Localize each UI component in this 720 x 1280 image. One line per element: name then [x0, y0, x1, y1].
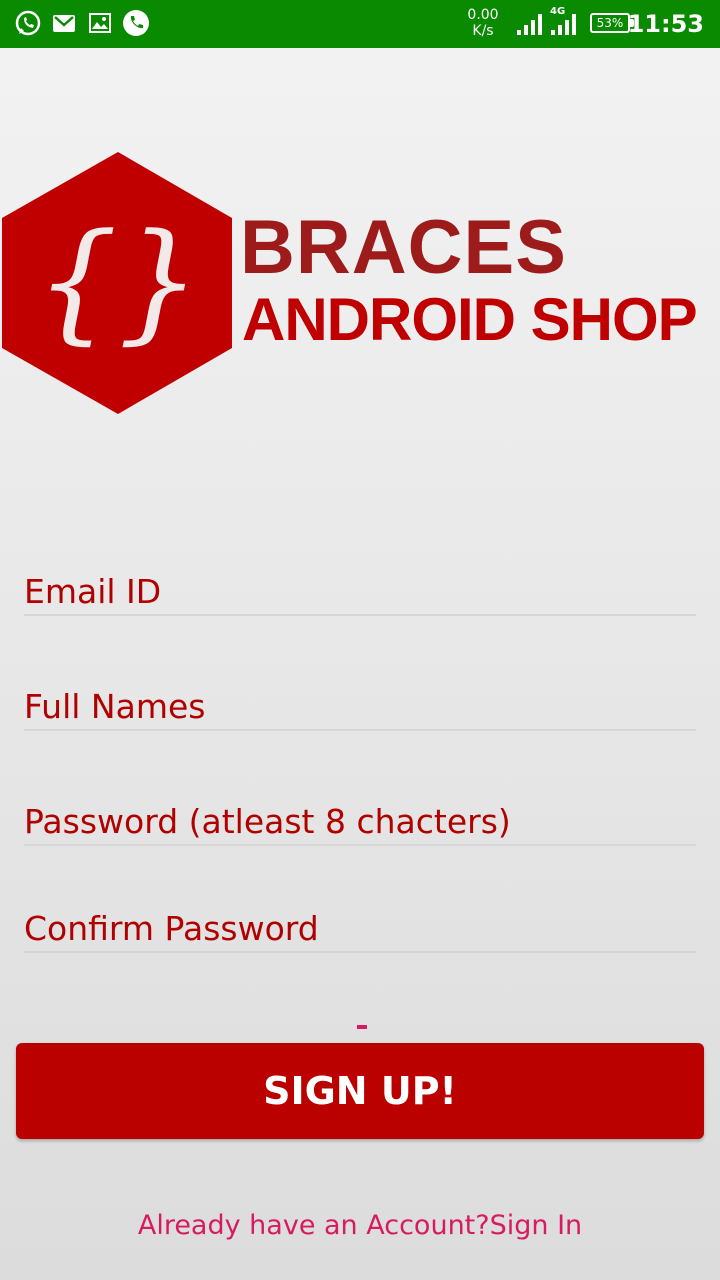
confirm-password-field[interactable]: [24, 905, 696, 953]
email-field[interactable]: [24, 568, 696, 616]
full-name-field[interactable]: [24, 683, 696, 731]
progress-indicator: [357, 1025, 367, 1029]
brand-title-line2: ANDROID SHOP: [242, 286, 698, 353]
braces-symbol: {}: [35, 205, 200, 357]
notification-icons: [14, 9, 150, 37]
battery-indicator: 53%: [590, 13, 634, 33]
password-input[interactable]: [24, 798, 696, 844]
network-speed-unit: K/s: [472, 23, 494, 39]
network-speed-value: 0.00: [467, 7, 499, 23]
email-input[interactable]: [24, 568, 696, 614]
whatsapp-icon: [15, 10, 41, 36]
sign-in-link[interactable]: Already have an Account?Sign In: [0, 1210, 720, 1241]
full-name-input[interactable]: [24, 683, 696, 729]
confirm-password-input[interactable]: [24, 905, 696, 951]
phone-icon: [123, 10, 149, 36]
signal-icon: [517, 14, 542, 35]
gmail-icon: [53, 15, 75, 32]
signal-icon-secondary: [551, 14, 576, 35]
password-field[interactable]: [24, 798, 696, 846]
status-bar: 0.00 K/s 4G 53% 11:53: [0, 0, 720, 48]
brand-title-line1: BRACES: [240, 205, 567, 290]
hexagon-braces-icon: {}: [2, 152, 232, 414]
status-clock: 11:53: [627, 10, 704, 38]
brand-logo: {} BRACES ANDROID SHOP: [0, 148, 720, 418]
sign-up-button[interactable]: SIGN UP!: [16, 1043, 704, 1139]
network-speed: 0.00 K/s: [466, 7, 500, 39]
image-icon: [89, 13, 111, 33]
